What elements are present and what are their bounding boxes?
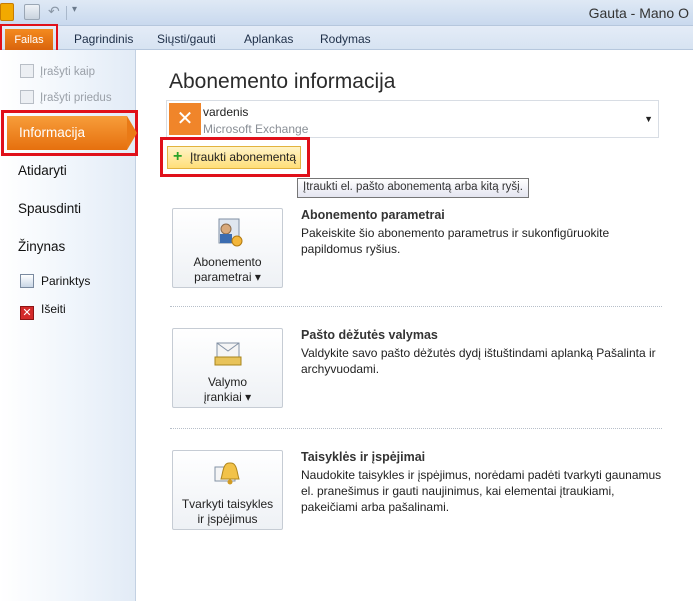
section-description: Valdykite savo pašto dėžutės dydį ištušt… <box>301 346 656 376</box>
divider <box>170 306 662 307</box>
save-icon[interactable] <box>24 4 40 20</box>
nav-save-as[interactable]: Įrašyti kaip <box>20 64 95 78</box>
save-attachments-icon <box>20 90 34 104</box>
exchange-icon: ✕ <box>169 103 201 135</box>
rules-alerts-button[interactable]: Tvarkyti taisykles ir įspėjimus <box>172 450 283 530</box>
tab-siusti-gauti[interactable]: Siųsti/gauti <box>153 30 220 48</box>
tab-aplankas[interactable]: Aplankas <box>240 30 297 48</box>
account-name: vardenis <box>203 105 249 119</box>
account-selector[interactable]: ✕ vardenis Microsoft Exchange ▼ <box>166 100 659 138</box>
options-icon <box>20 274 34 288</box>
cleanup-tools-icon <box>214 342 242 366</box>
nav-spausdinti[interactable]: Spausdinti <box>18 201 81 216</box>
nav-iseiti[interactable]: ✕ Išeiti <box>20 302 66 320</box>
tab-pagrindinis[interactable]: Pagrindinis <box>70 30 137 48</box>
customize-quick-access-icon[interactable]: ▾ <box>72 4 77 15</box>
ribbon-tab-bar: Pagrindinis Siųsti/gauti Aplankas Rodyma… <box>0 26 693 50</box>
nav-informacija[interactable]: Informacija <box>7 116 127 150</box>
nav-atidaryti[interactable]: Atidaryti <box>18 163 67 178</box>
nav-active-highlight: Informacija <box>1 110 138 156</box>
section-title: Taisyklės ir įspėjimai <box>301 450 426 464</box>
add-account-button[interactable]: + Įtraukti abonementą <box>167 146 301 169</box>
section-description: Pakeiskite šio abonemento parametrus ir … <box>301 226 610 256</box>
outlook-app-icon[interactable] <box>0 3 14 21</box>
tab-rodymas[interactable]: Rodymas <box>316 30 375 48</box>
nav-parinktys[interactable]: Parinktys <box>20 274 90 288</box>
nav-zinynas[interactable]: Žinynas <box>18 239 65 254</box>
account-type: Microsoft Exchange <box>203 122 309 136</box>
active-arrow-icon <box>127 116 137 150</box>
chevron-down-icon[interactable]: ▼ <box>644 114 653 124</box>
backstage-nav: Įrašyti kaip Įrašyti priedus Informacija… <box>0 50 138 601</box>
account-settings-icon <box>218 218 243 247</box>
account-settings-button[interactable]: Abonemento parametrai ▾ <box>172 208 283 288</box>
tab-failas[interactable]: Failas <box>5 29 53 51</box>
title-bar: ↶ ▾ Gauta - Mano O <box>0 0 693 26</box>
section-title: Abonemento parametrai <box>301 208 445 222</box>
toolbar-separator <box>66 6 67 20</box>
rules-alerts-icon <box>214 462 240 485</box>
divider <box>170 428 662 429</box>
window-title: Gauta - Mano O <box>588 5 689 21</box>
exit-icon: ✕ <box>20 306 34 320</box>
save-as-icon <box>20 64 34 78</box>
add-account-highlight: + Įtraukti abonementą <box>160 137 310 177</box>
page-title: Abonemento informacija <box>169 70 396 93</box>
nav-save-attachments[interactable]: Įrašyti priedus <box>20 90 112 104</box>
plus-icon: + <box>173 148 183 165</box>
section-description: Naudokite taisykles ir įspėjimus, norėda… <box>301 468 662 514</box>
section-title: Pašto dėžutės valymas <box>301 328 438 342</box>
add-account-tooltip: Įtraukti el. pašto abonementą arba kitą … <box>297 178 529 198</box>
cleanup-tools-button[interactable]: Valymo įrankiai ▾ <box>172 328 283 408</box>
undo-icon[interactable]: ↶ <box>48 3 60 20</box>
